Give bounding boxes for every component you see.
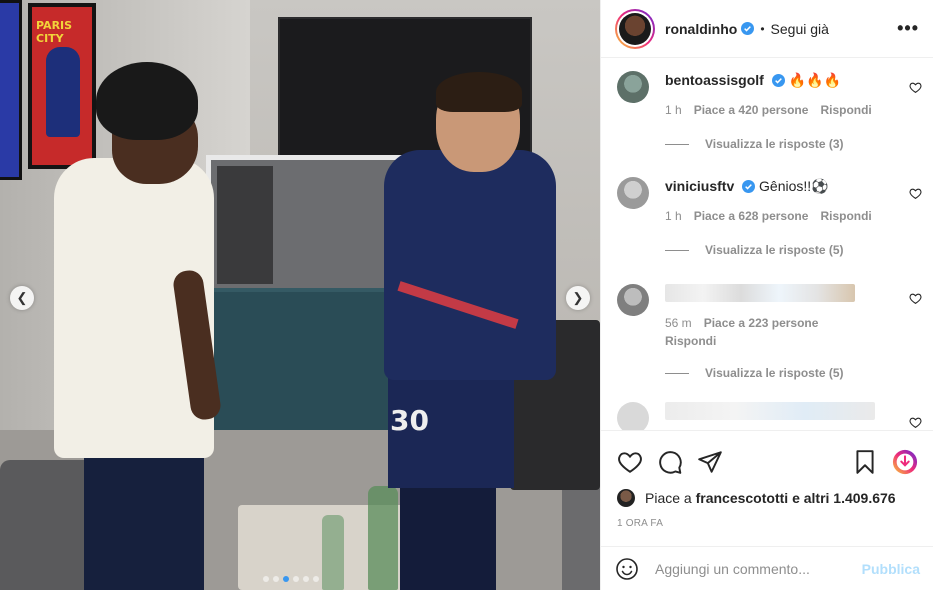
- carousel-dot: [283, 576, 289, 582]
- emoji-icon[interactable]: [615, 557, 639, 581]
- comment-time[interactable]: 1 h: [665, 209, 682, 223]
- comments-list: bentoassisgolf 🔥🔥🔥 1 h Piace a 420 perso…: [601, 58, 933, 430]
- heart-icon[interactable]: [909, 416, 922, 429]
- person-right-legs: [400, 470, 496, 590]
- heart-icon[interactable]: [909, 292, 922, 305]
- comment-item: viniciusftv Gênios!!⚽ 1 h Piace a 628 pe…: [601, 177, 933, 257]
- header-separator: •: [760, 21, 765, 36]
- wall-poster-psg: PARIS CITY: [28, 3, 96, 169]
- carousel-next-button[interactable]: ❯: [566, 286, 590, 310]
- verified-badge-icon: [742, 180, 756, 193]
- comment-input[interactable]: Aggiungi un commento...: [655, 561, 862, 577]
- post-header: ronaldinho • Segui già •••: [601, 0, 933, 58]
- avatar[interactable]: [615, 8, 655, 49]
- share-send-icon[interactable]: [697, 449, 723, 475]
- comment-avatar[interactable]: [617, 71, 649, 103]
- replies-line: [665, 372, 689, 374]
- more-options-icon[interactable]: •••: [897, 18, 919, 39]
- publish-button[interactable]: Pubblica: [862, 561, 920, 577]
- add-comment-bar: Aggiungi un commento... Pubblica: [601, 546, 933, 590]
- chevron-right-icon: ❯: [572, 290, 584, 305]
- comment-time[interactable]: 1 h: [665, 103, 682, 117]
- comment-likes[interactable]: Piace a 628 persone: [694, 209, 809, 223]
- verified-badge-icon: [771, 74, 785, 87]
- header-username[interactable]: ronaldinho: [665, 21, 737, 37]
- heart-icon[interactable]: [909, 187, 922, 200]
- chevron-left-icon: ❮: [16, 290, 28, 305]
- likes-summary: Piace a francescototti e altri 1.409.676: [601, 483, 933, 507]
- comment-item: bentoassisgolf 🔥🔥🔥 1 h Piace a 420 perso…: [601, 71, 933, 151]
- comment-bubble-icon[interactable]: [657, 449, 683, 475]
- comment-item: 56 m Piace a 223 persone Rispondi Visual…: [601, 284, 933, 380]
- comment-time[interactable]: 56 m: [665, 316, 692, 330]
- post-actions: Piace a francescototti e altri 1.409.676…: [601, 430, 933, 546]
- comment-avatar[interactable]: [617, 177, 649, 209]
- view-replies-button[interactable]: Visualizza le risposte (3): [665, 137, 918, 151]
- post-sidebar: ronaldinho • Segui già ••• bentoassisgol…: [600, 0, 933, 590]
- download-extension-icon[interactable]: [892, 449, 918, 475]
- reply-button[interactable]: Rispondi: [820, 103, 871, 117]
- reply-button[interactable]: Rispondi: [665, 334, 716, 348]
- heart-icon[interactable]: [909, 81, 922, 94]
- post-photo[interactable]: PARIS CITY 30 ❮ ❯: [0, 0, 600, 590]
- comment-likes[interactable]: Piace a 223 persone: [704, 316, 819, 330]
- replies-line: [665, 143, 689, 145]
- person-right-hair: [436, 72, 522, 112]
- wall-poster-blue: [0, 0, 22, 180]
- view-replies-button[interactable]: Visualizza le risposte (5): [665, 243, 918, 257]
- likes-prefix: Piace a: [645, 490, 692, 506]
- comment-avatar[interactable]: [617, 284, 649, 316]
- view-replies-label: Visualizza le risposte (5): [705, 243, 844, 257]
- comment-text: 🔥🔥🔥: [788, 72, 841, 88]
- comment-avatar[interactable]: [617, 402, 649, 430]
- comment-username[interactable]: viniciusftv: [665, 178, 734, 194]
- carousel-dot: [303, 576, 309, 582]
- comment-text: Gênios!!⚽: [759, 178, 829, 194]
- replies-line: [665, 249, 689, 251]
- carousel-dot: [273, 576, 279, 582]
- verified-badge-icon: [741, 22, 755, 35]
- view-replies-button[interactable]: Visualizza le risposte (5): [665, 366, 918, 380]
- sofa-right: [562, 480, 600, 590]
- likes-count[interactable]: e altri 1.409.676: [792, 490, 896, 506]
- comment-likes[interactable]: Piace a 420 persone: [694, 103, 809, 117]
- carousel-prev-button[interactable]: ❮: [10, 286, 34, 310]
- reply-button[interactable]: Rispondi: [820, 209, 871, 223]
- bottle-small: [322, 515, 344, 590]
- follow-button[interactable]: Segui già: [771, 21, 829, 37]
- like-heart-icon[interactable]: [617, 449, 643, 475]
- liker-username[interactable]: francescototti: [696, 490, 789, 506]
- poster-text: PARIS CITY: [36, 19, 73, 45]
- carousel-dot: [263, 576, 269, 582]
- person-right-jacket: [384, 150, 556, 380]
- comment-username[interactable]: bentoassisgolf: [665, 72, 764, 88]
- comment-item: [601, 402, 933, 430]
- carousel-dot: [313, 576, 319, 582]
- poster-figure: [46, 47, 80, 137]
- carousel-dot: [293, 576, 299, 582]
- bookmark-icon[interactable]: [852, 449, 878, 475]
- carousel-indicator: [263, 576, 319, 582]
- liker-avatar[interactable]: [617, 489, 635, 507]
- blurred-comment: [665, 284, 855, 302]
- person-left-cap: [96, 62, 198, 140]
- blurred-comment: [665, 402, 875, 420]
- view-replies-label: Visualizza le risposte (3): [705, 137, 844, 151]
- post-timestamp[interactable]: 1 ORA FA: [601, 507, 933, 529]
- avatar-image: [619, 12, 651, 45]
- shorts-number: 30: [390, 404, 429, 437]
- bottle-large: [368, 486, 398, 590]
- view-replies-label: Visualizza le risposte (5): [705, 366, 844, 380]
